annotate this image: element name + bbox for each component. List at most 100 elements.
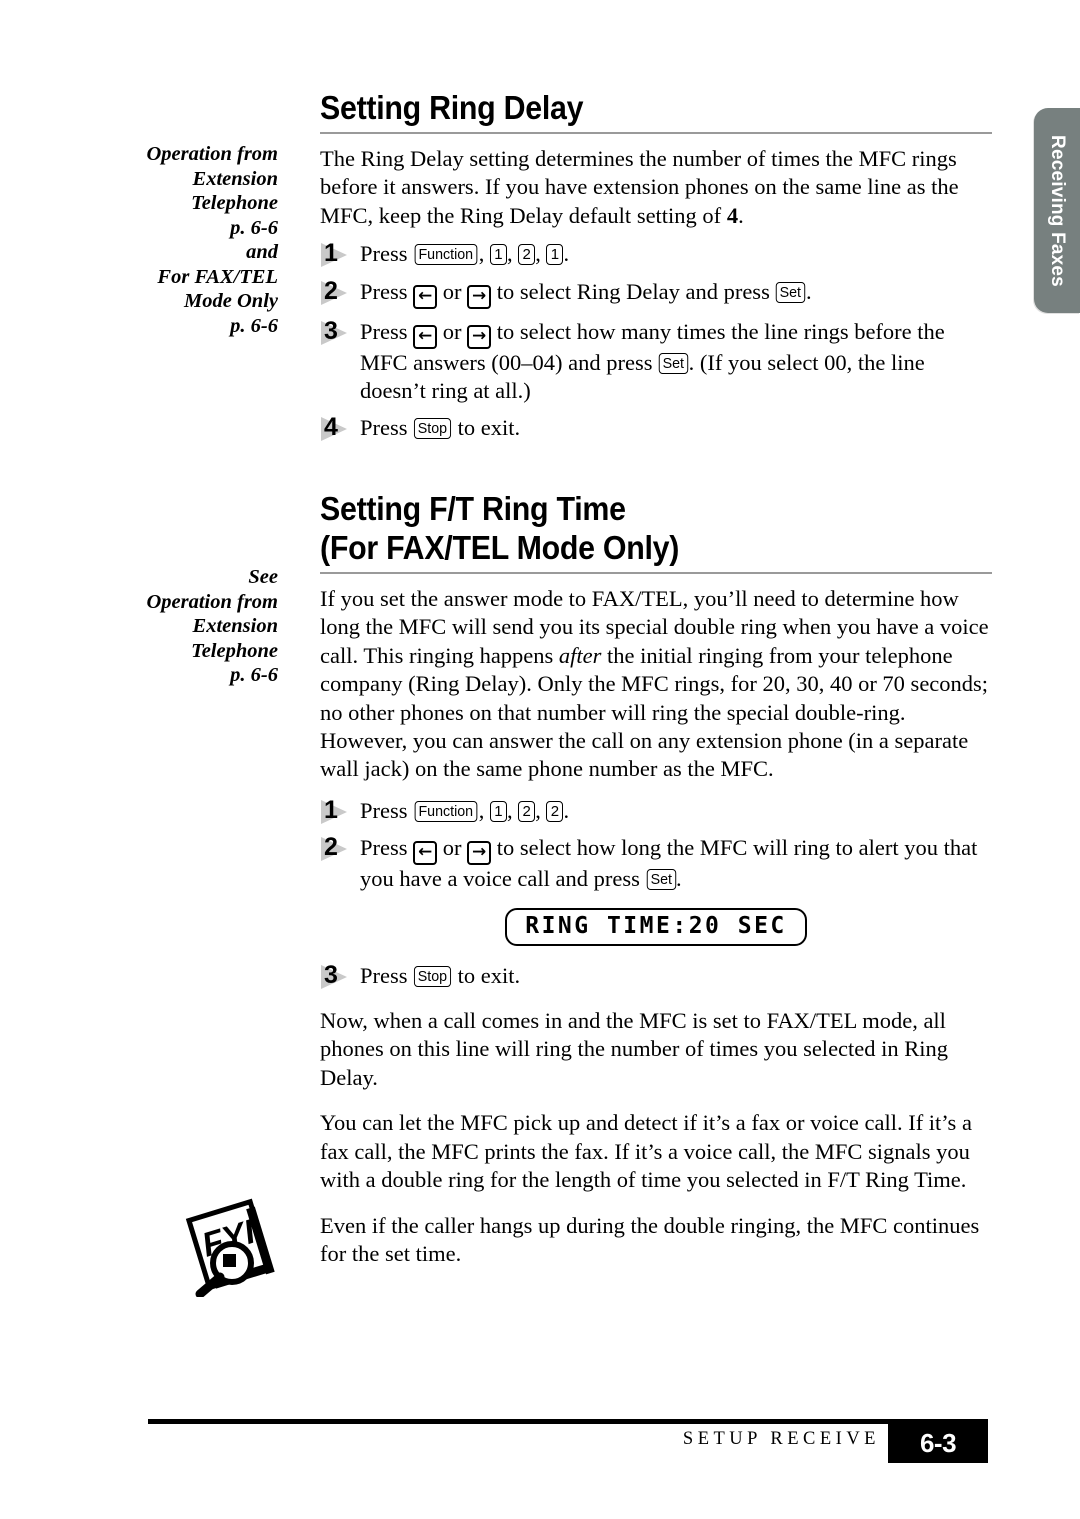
section-1-intro-part1: The Ring Delay setting determines the nu… <box>320 146 959 228</box>
document-page: Operation from Extension Telephone p. 6-… <box>0 0 1080 1519</box>
set-key[interactable]: Set <box>776 281 806 303</box>
section-2-paragraph: Even if the caller hangs up during the d… <box>320 1212 980 1266</box>
step-seg: Press <box>360 318 414 344</box>
margin-note-1-line: Mode Only <box>184 290 278 312</box>
step-trailing: . <box>563 797 570 823</box>
margin-note-1-line: Extension <box>192 167 278 190</box>
section-1-intro: The Ring Delay setting determines the nu… <box>320 145 992 230</box>
step-sep: , <box>478 241 490 267</box>
step-seg: Press <box>360 835 414 861</box>
lcd-display-wrap: RING TIME:20 SEC <box>320 907 992 946</box>
margin-note-2: See Operation from Extension Telephone p… <box>100 565 278 688</box>
section-1-steps: 1 Press Function, 1, 2, 1. 2 Press ← or … <box>320 239 992 443</box>
numeric-key-2[interactable]: 2 <box>518 800 536 822</box>
step-item: 3 Press Stop to exit. <box>320 960 992 990</box>
step-digit: 3 <box>324 960 338 989</box>
section-1-intro-part2: . <box>738 202 744 228</box>
step-item: 1 Press Function, 1, 2, 1. <box>320 239 992 268</box>
numeric-key-1[interactable]: 1 <box>489 244 507 266</box>
section-2-intro-italic: after <box>558 642 602 668</box>
set-key[interactable]: Set <box>646 869 676 891</box>
section-2-title-line2: (For FAX/TEL Mode Only) <box>320 529 680 566</box>
numeric-key-2b[interactable]: 2 <box>546 800 564 822</box>
step-seg: or <box>437 318 468 344</box>
step-number: 2 <box>320 276 354 305</box>
step-digit: 1 <box>324 239 338 268</box>
step-text-lead: Press <box>360 797 414 823</box>
step-number: 1 <box>320 239 354 268</box>
step-seg: to select Ring Delay and press <box>491 278 776 304</box>
section-2-intro: If you set the answer mode to FAX/TEL, y… <box>320 585 992 784</box>
step-digit: 3 <box>324 316 338 345</box>
step-number: 2 <box>320 833 354 862</box>
section-2-steps: 1 Press Function, 1, 2, 2. 2 Press ← or … <box>320 795 992 894</box>
margin-note-2-line: Extension <box>192 615 278 637</box>
margin-note-1-line: p. 6-6 <box>230 314 278 337</box>
step-seg: to exit. <box>452 962 521 988</box>
margin-note-2-line: See <box>248 566 278 588</box>
section-2-rule <box>320 572 992 574</box>
step-item: 1 Press Function, 1, 2, 2. <box>320 795 992 825</box>
set-key[interactable]: Set <box>658 352 688 374</box>
step-seg: or <box>437 278 468 304</box>
fyi-icon: FYI <box>176 1197 288 1299</box>
step-digit: 4 <box>324 413 338 442</box>
step-sep: , <box>506 241 519 267</box>
step-seg: Press <box>360 278 414 304</box>
stop-key[interactable]: Stop <box>414 418 452 440</box>
section-1-title: Setting Ring Delay <box>320 89 584 126</box>
function-key[interactable]: Function <box>414 244 478 266</box>
section-2-paragraph: You can let the MFC pick up and detect i… <box>320 1110 972 1193</box>
margin-note-1-line: Operation from <box>146 143 278 165</box>
lcd-display: RING TIME:20 SEC <box>505 907 807 946</box>
left-arrow-key[interactable]: ← <box>413 841 438 866</box>
margin-note-1-line: Telephone <box>191 192 278 214</box>
margin-note-2-line: Telephone <box>191 639 278 662</box>
step-sep: , <box>535 797 547 823</box>
left-arrow-key[interactable]: ← <box>413 284 438 309</box>
section-ring-delay: Setting Ring Delay The Ring Delay settin… <box>320 88 992 452</box>
section-1-rule <box>320 132 992 134</box>
margin-note-2-line: Operation from <box>146 590 278 613</box>
margin-note-2-line: p. 6-6 <box>230 664 278 686</box>
margin-note-1-line: and <box>246 241 278 263</box>
step-sep: , <box>535 241 547 267</box>
step-digit: 2 <box>324 833 338 862</box>
numeric-key-2[interactable]: 2 <box>518 244 536 266</box>
section-2-title-line1: Setting F/T Ring Time <box>320 490 626 527</box>
footer-rule <box>148 1419 988 1424</box>
step-number: 3 <box>320 316 354 345</box>
stop-key[interactable]: Stop <box>414 965 452 987</box>
step-sep: , <box>506 797 519 823</box>
margin-note-1-line: For FAX/TEL <box>157 265 278 288</box>
numeric-key-1b[interactable]: 1 <box>546 244 564 266</box>
step-item: 2 Press ← or → to select Ring Delay and … <box>320 276 992 309</box>
step-item: 3 Press ← or → to select how many times … <box>320 316 992 406</box>
right-arrow-key[interactable]: → <box>467 841 492 866</box>
step-item: 4 Press Stop to exit. <box>320 413 992 442</box>
step-text-lead: Press <box>360 241 414 267</box>
step-seg: Press <box>360 962 414 988</box>
step-item: 2 Press ← or → to select how long the MF… <box>320 833 992 893</box>
right-arrow-key[interactable]: → <box>467 324 492 349</box>
section-2-paragraph: Now, when a call comes in and the MFC is… <box>320 1008 949 1090</box>
function-key[interactable]: Function <box>414 800 478 822</box>
right-arrow-key[interactable]: → <box>467 284 492 309</box>
step-sep: , <box>478 797 490 823</box>
step-number: 4 <box>320 413 354 442</box>
step-digit: 1 <box>324 795 338 824</box>
margin-note-1: Operation from Extension Telephone p. 6-… <box>100 142 278 338</box>
step-seg: Press <box>360 415 414 441</box>
step-seg: . <box>676 866 682 892</box>
numeric-key-1[interactable]: 1 <box>489 800 507 822</box>
step-seg: or <box>437 835 468 861</box>
margin-note-1-line: p. 6-6 <box>230 216 278 239</box>
step-digit: 2 <box>324 276 338 305</box>
section-2-steps-cont: 3 Press Stop to exit. <box>320 960 992 990</box>
step-seg: to exit. <box>452 415 521 441</box>
footer-label: SETUP RECEIVE <box>682 1429 880 1449</box>
step-number: 3 <box>320 960 354 989</box>
left-arrow-key[interactable]: ← <box>413 324 438 349</box>
step-number: 1 <box>320 795 354 824</box>
section-1-intro-bold: 4 <box>726 202 739 228</box>
